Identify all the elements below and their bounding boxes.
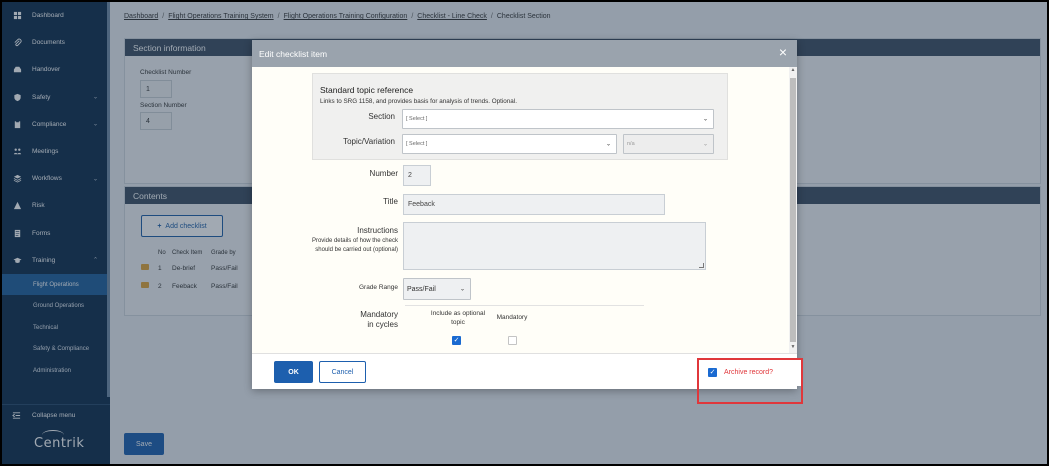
variation-select: n/a ⌄ [623,134,714,154]
dialog-scrollbar[interactable]: ▲ ▼ [789,67,797,353]
cancel-button[interactable]: Cancel [319,361,366,383]
mandatory-column-header: Mandatory [496,314,528,321]
close-icon[interactable]: × [776,45,790,59]
chevron-down-icon: ⌄ [702,141,708,148]
resize-handle-icon[interactable] [699,263,704,268]
edit-checklist-item-dialog: Edit checklist item × Standard topic ref… [252,40,797,389]
topic-variation-select[interactable]: [ Select ] ⌄ [402,134,617,154]
chevron-down-icon: ⌄ [605,141,611,148]
variation-select-value: n/a [627,141,635,147]
ok-button[interactable]: OK [274,361,313,383]
chevron-down-icon: ⌄ [702,116,708,123]
archive-record-highlight: ✓ Archive record? [697,358,803,404]
in-cycles-label: in cycles [367,320,398,329]
archive-record-label[interactable]: Archive record? [724,369,773,376]
topic-variation-label: Topic/Variation [343,137,395,146]
grade-range-value: Pass/Fail [407,285,436,293]
chevron-down-icon: ⌄ [459,286,465,293]
section-select-value: [ Select ] [406,116,428,122]
topic-select-value: [ Select ] [406,141,428,147]
instructions-help: Provide details of how the check should … [311,238,398,253]
number-label: Number [369,169,398,178]
archive-record-checkbox[interactable]: ✓ [708,368,717,377]
grade-range-select[interactable]: Pass/Fail ⌄ [403,278,471,300]
number-input[interactable]: 2 [403,165,431,186]
dialog-header: Edit checklist item × [252,40,797,67]
instructions-textarea[interactable] [403,222,706,270]
app-frame: Dashboard Documents Handover Safety ⌄ Complia… [2,2,1047,464]
optional-topic-column-header: Include as optional topic [430,310,486,326]
mandatory-label: Mandatory [360,310,398,319]
scroll-thumb[interactable] [790,78,796,342]
scroll-up-icon[interactable]: ▲ [789,67,797,76]
title-input[interactable]: Feeback [403,194,665,215]
dialog-title: Edit checklist item [259,48,328,59]
dialog-body: Standard topic reference Links to SRG 11… [252,67,797,353]
grade-range-label: Grade Range [358,284,398,291]
optional-topic-checkbox[interactable]: ✓ [452,336,461,345]
mandatory-checkbox[interactable] [508,336,517,345]
scroll-down-icon[interactable]: ▼ [789,344,797,353]
instructions-label: Instructions [357,226,398,235]
standard-topic-description: Links to SRG 1158, and provides basis fo… [320,98,517,105]
section-label: Section [368,112,395,121]
title-label: Title [383,197,398,206]
standard-topic-title: Standard topic reference [320,85,414,95]
section-select[interactable]: [ Select ] ⌄ [402,109,714,129]
